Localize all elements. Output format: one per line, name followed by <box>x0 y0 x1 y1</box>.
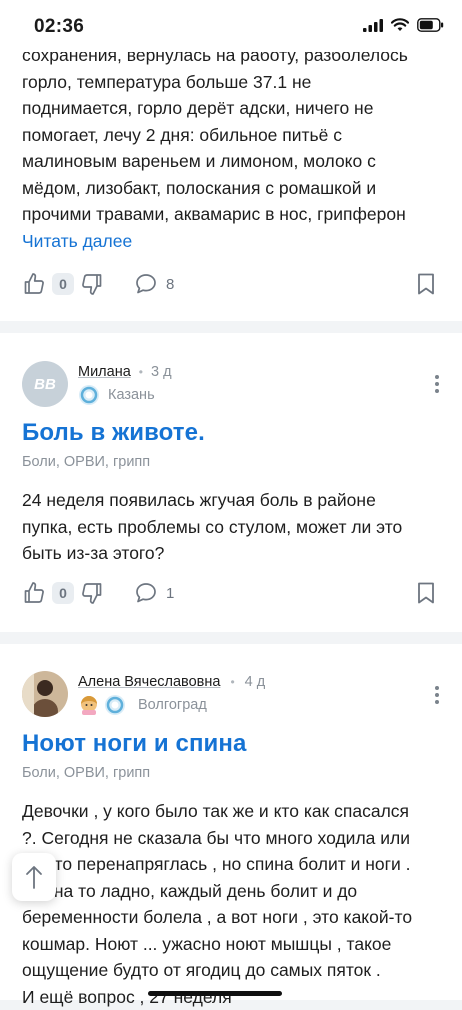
battery-icon <box>417 18 444 32</box>
post-3-line: беременности болела , а вот ноги , это к… <box>0 904 462 931</box>
comment-icon[interactable] <box>134 272 158 296</box>
post-3-line: И ещё вопрос , 27 неделя <box>0 984 462 1010</box>
more-icon[interactable] <box>434 375 440 393</box>
post-2-actions: 0 1 <box>22 579 174 607</box>
wifi-icon <box>391 18 409 32</box>
post-3-line: кошмар. Ноют ... ужасно ноют мышцы , так… <box>0 931 462 958</box>
dislike-icon[interactable] <box>80 272 104 296</box>
avatar-initials: ВВ <box>34 376 56 393</box>
author-name[interactable]: Алена Вячеславовна <box>78 674 220 690</box>
post-2-line: 24 неделя появилась жгучая боль в районе <box>0 487 462 514</box>
avatar[interactable]: ВВ <box>22 361 68 407</box>
home-indicator <box>148 991 282 996</box>
bookmark-icon[interactable] <box>414 581 438 605</box>
dislike-icon[interactable] <box>80 581 104 605</box>
status-icons <box>363 18 444 32</box>
more-icon[interactable] <box>434 686 440 704</box>
post-3-author: Алена Вячеславовна • 4 д Волгоград <box>22 671 265 717</box>
post-title[interactable]: Боль в животе. <box>22 419 205 447</box>
post-1-line: прочими травами, аквамарис в нос, грипфе… <box>0 201 462 228</box>
post-card-2: ВВ Милана • 3 д Казань Боль в животе. Бо… <box>0 333 462 632</box>
likes-count: 0 <box>52 273 74 295</box>
status-bar: 02:36 <box>0 0 462 52</box>
post-1-line: горло, температура больше 37.1 не <box>0 69 462 96</box>
comments-count: 1 <box>166 585 174 602</box>
post-1-line: поднимается, горло дерёт адски, ничего н… <box>0 95 462 122</box>
post-2-author: ВВ Милана • 3 д Казань <box>22 361 172 407</box>
post-1-line: мёдом, лизобакт, полоскания с ромашкой и <box>0 175 462 202</box>
like-icon[interactable] <box>22 581 46 605</box>
separator-dot: • <box>230 675 234 689</box>
like-icon[interactable] <box>22 272 46 296</box>
post-card-3: Алена Вячеславовна • 4 д Волгоград Ноют … <box>0 644 462 1000</box>
post-3-line: ?. Сегодня не сказала бы что много ходил… <box>0 825 462 852</box>
post-tags[interactable]: Боли, ОРВИ, грипп <box>22 454 150 470</box>
avatar[interactable] <box>22 671 68 717</box>
time-ago: 3 д <box>151 364 172 380</box>
status-time: 02:36 <box>34 16 84 38</box>
post-3-body: Девочки , у кого было так же и кто как с… <box>0 798 462 1010</box>
signal-icon <box>363 19 383 32</box>
comment-icon[interactable] <box>134 581 158 605</box>
baby-icon <box>78 694 100 716</box>
time-ago: 4 д <box>245 674 266 690</box>
scroll-top-button[interactable] <box>12 853 56 901</box>
comments-count: 8 <box>166 276 174 293</box>
post-3-line: Спина то ладно, каждый день болит и до <box>0 878 462 905</box>
author-name[interactable]: Милана <box>78 364 131 380</box>
post-1-actions: 0 8 <box>22 270 174 298</box>
post-title[interactable]: Ноют ноги и спина <box>22 730 246 758</box>
post-3-line: Девочки , у кого было так же и кто как с… <box>0 798 462 825</box>
post-1-line: малиновым вареньем и лимоном, молоко с <box>0 148 462 175</box>
post-1-body: сохранения, вернулась на работу, разболе… <box>0 42 462 252</box>
separator-dot: • <box>139 365 143 379</box>
post-3-line: что-то перенапряглась , но спина болит и… <box>0 851 462 878</box>
post-tags[interactable]: Боли, ОРВИ, грипп <box>22 765 150 781</box>
post-2-line: быть из-за этого? <box>0 540 462 567</box>
city: Казань <box>108 387 155 403</box>
post-1-line: помогает, лечу 2 дня: обильное питьё с <box>0 122 462 149</box>
likes-count: 0 <box>52 582 74 604</box>
badge-icon <box>78 384 100 406</box>
bookmark-icon[interactable] <box>414 272 438 296</box>
badge-icon <box>104 694 126 716</box>
post-2-body: 24 неделя появилась жгучая боль в районе… <box>0 487 462 567</box>
post-2-line: пупка, есть проблемы со стулом, может ли… <box>0 514 462 541</box>
arrow-up-icon <box>24 864 44 890</box>
city: Волгоград <box>138 697 207 713</box>
read-more-link[interactable]: Читать далее <box>0 231 462 252</box>
post-3-line: ощущение будто от ягодиц до самых пяток … <box>0 957 462 984</box>
